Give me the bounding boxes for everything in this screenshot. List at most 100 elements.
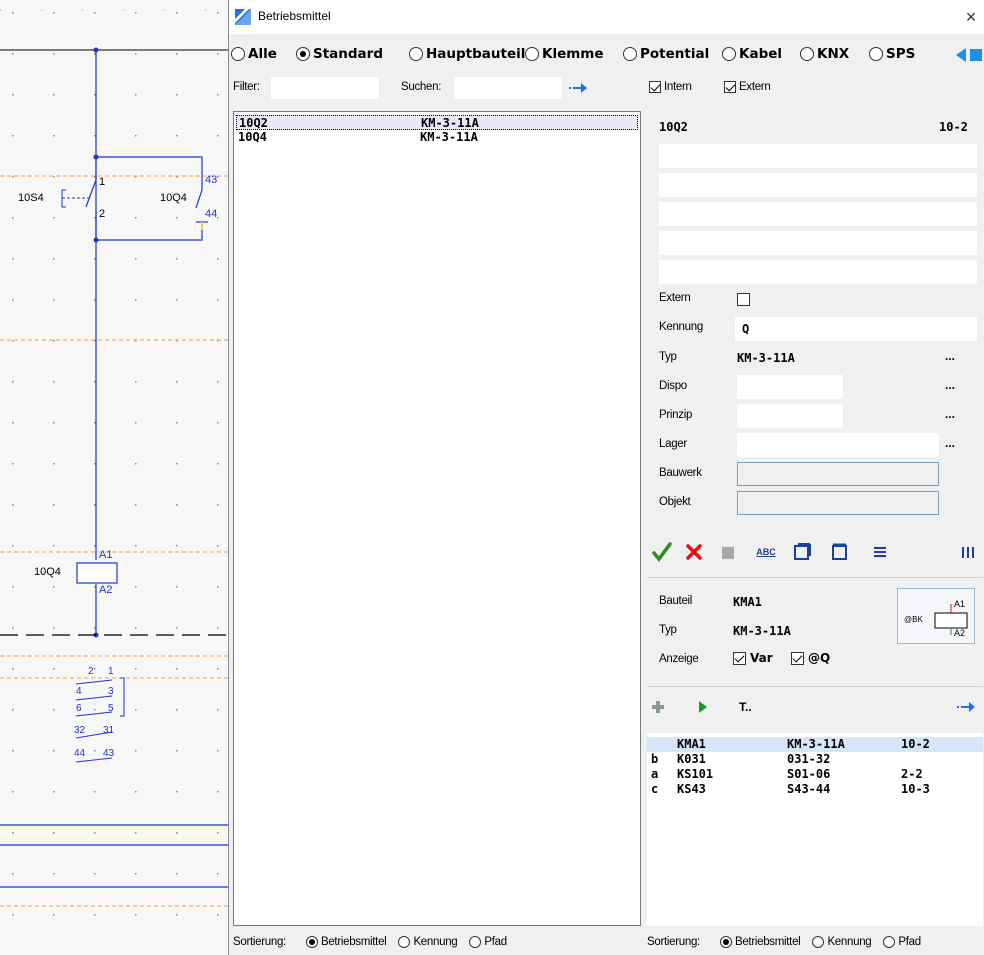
radio-circle — [719, 936, 732, 948]
typ-browse-button[interactable]: ... — [945, 349, 955, 363]
contact-43: 43 — [103, 748, 115, 759]
preview-bk: @BK — [904, 615, 923, 624]
play-icon[interactable] — [697, 700, 709, 714]
var-checkbox[interactable]: Var — [733, 651, 773, 665]
preview-a1: A1 — [954, 599, 966, 609]
text-field-1[interactable] — [659, 144, 977, 168]
radio-circle — [883, 936, 896, 948]
contact-3: 3 — [108, 686, 114, 697]
pin-a2: A2 — [99, 584, 113, 596]
radio-circle — [525, 47, 539, 61]
confirm-check-icon[interactable] — [651, 540, 673, 564]
q-checkbox[interactable]: @Q — [791, 651, 830, 665]
nav-left-arrow-icon[interactable] — [954, 47, 982, 63]
contact-6: 6 — [76, 703, 82, 714]
add-plus-icon[interactable] — [651, 700, 665, 714]
text-field-4[interactable] — [659, 231, 977, 255]
abc-spelling-icon[interactable]: ABC — [751, 540, 781, 564]
extern-label: Extern — [659, 292, 691, 304]
schematic-canvas[interactable]: 10S4 10Q4 1 2 43 44 10Q4 A1 A2 2 1 4 3 6… — [0, 0, 230, 955]
radio-sps[interactable]: SPS — [869, 46, 915, 62]
window-icon[interactable] — [791, 540, 813, 564]
left-sort-kennung[interactable]: Kennung — [398, 936, 458, 948]
left-sort-betriebsmittel[interactable]: Betriebsmittel — [305, 936, 387, 948]
text-tool-button[interactable]: T.. — [739, 700, 752, 714]
typ-value: KM-3-11A — [737, 351, 795, 365]
text-field-5[interactable] — [659, 260, 977, 284]
prinzip-browse-button[interactable]: ... — [945, 407, 955, 421]
dispo-browse-button[interactable]: ... — [945, 378, 955, 392]
copy-window-icon[interactable] — [829, 540, 851, 564]
radio-standard[interactable]: Standard — [296, 46, 383, 62]
extern-detail-checkbox[interactable] — [737, 293, 750, 306]
columns-icon[interactable] — [957, 540, 979, 564]
radio-circle — [305, 936, 318, 948]
delete-x-icon[interactable] — [683, 540, 705, 564]
radio-klemme[interactable]: Klemme — [525, 46, 604, 62]
prinzip-field[interactable] — [737, 404, 843, 428]
list-item[interactable]: 10Q2 KM-3-11A — [236, 115, 638, 130]
table-row[interactable]: KMA1 KM-3-11A 10-2 — [647, 737, 983, 752]
radio-knx[interactable]: KNX — [800, 46, 849, 62]
type-filter-radios: Alle Standard Hauptbauteil Klemme Potent… — [229, 46, 984, 66]
radio-circle — [296, 47, 310, 61]
bauteil-label: Bauteil — [659, 595, 693, 607]
filter-label: Filter: — [233, 81, 260, 93]
lager-field[interactable] — [737, 433, 939, 457]
preview-a2: A2 — [954, 628, 966, 638]
radio-hauptbauteil[interactable]: Hauptbauteil — [409, 46, 525, 62]
dispo-field[interactable] — [737, 375, 843, 399]
table-row[interactable]: c KS43 S43-44 10-3 — [647, 782, 983, 797]
bauteil-typ-value: KM-3-11A — [733, 624, 791, 638]
contact-44: 44 — [74, 748, 86, 759]
lager-browse-button[interactable]: ... — [945, 436, 955, 450]
bauteil-panel: Bauteil KMA1 Typ KM-3-11A Anzeige Var @Q… — [647, 577, 983, 687]
radio-circle — [722, 47, 736, 61]
radio-alle[interactable]: Alle — [231, 46, 277, 62]
extern-checkbox[interactable]: Extern — [724, 81, 771, 93]
list-item[interactable]: 10Q4 KM-3-11A — [236, 130, 638, 145]
search-label: Suchen: — [401, 81, 442, 93]
radio-circle — [469, 936, 482, 948]
kennung-value: Q — [742, 322, 750, 336]
pin-43: 43 — [205, 174, 218, 186]
right-sort-bar: Sortierung: Betriebsmittel Kennung Pfad — [647, 932, 921, 952]
table-row[interactable]: a KS101 S01-06 2-2 — [647, 767, 983, 782]
typ-label: Typ — [659, 351, 677, 363]
right-sort-betriebsmittel[interactable]: Betriebsmittel — [719, 936, 801, 948]
app-icon — [235, 9, 251, 25]
details-panel: 10Q2 10-2 Extern Kennung Q Typ KM-3-11A … — [647, 111, 984, 531]
intern-checkbox[interactable]: Intern — [649, 81, 692, 93]
search-arrow-icon[interactable] — [569, 83, 589, 93]
text-field-3[interactable] — [659, 202, 977, 226]
goto-arrow-icon[interactable] — [957, 702, 977, 712]
kennung-label: Kennung — [659, 321, 703, 333]
right-sort-pfad[interactable]: Pfad — [883, 936, 921, 948]
title-bar[interactable]: Betriebsmittel × — [229, 0, 984, 34]
radio-circle — [623, 47, 637, 61]
kennung-field[interactable] — [735, 317, 977, 341]
stop-square-icon[interactable] — [717, 540, 739, 564]
symbol-preview: @BK A1 A2 — [897, 588, 975, 644]
right-sort-label: Sortierung: — [647, 936, 700, 948]
close-button[interactable]: × — [957, 4, 984, 30]
radio-kabel[interactable]: Kabel — [722, 46, 782, 62]
radio-potential[interactable]: Potential — [623, 46, 709, 62]
filter-input[interactable] — [271, 77, 379, 99]
list-lines-icon[interactable] — [869, 540, 891, 564]
search-input[interactable] — [454, 77, 562, 99]
radio-circle — [869, 47, 883, 61]
betriebsmittel-list[interactable]: 10Q2 KM-3-11A 10Q4 KM-3-11A — [233, 111, 641, 926]
schematic-drawing — [0, 0, 230, 955]
table-row[interactable]: b K031 031-32 — [647, 752, 983, 767]
right-sort-kennung[interactable]: Kennung — [812, 936, 872, 948]
text-field-2[interactable] — [659, 173, 977, 197]
objekt-field[interactable] — [737, 491, 939, 515]
bauwerk-label: Bauwerk — [659, 467, 702, 479]
left-sort-pfad[interactable]: Pfad — [469, 936, 507, 948]
bauwerk-field[interactable] — [737, 462, 939, 486]
contacts-list[interactable]: KMA1 KM-3-11A 10-2 b K031 031-32 a KS101… — [647, 733, 983, 926]
prinzip-label: Prinzip — [659, 409, 693, 421]
action-toolbar: ABC — [647, 540, 984, 570]
checkbox-box — [791, 651, 804, 665]
